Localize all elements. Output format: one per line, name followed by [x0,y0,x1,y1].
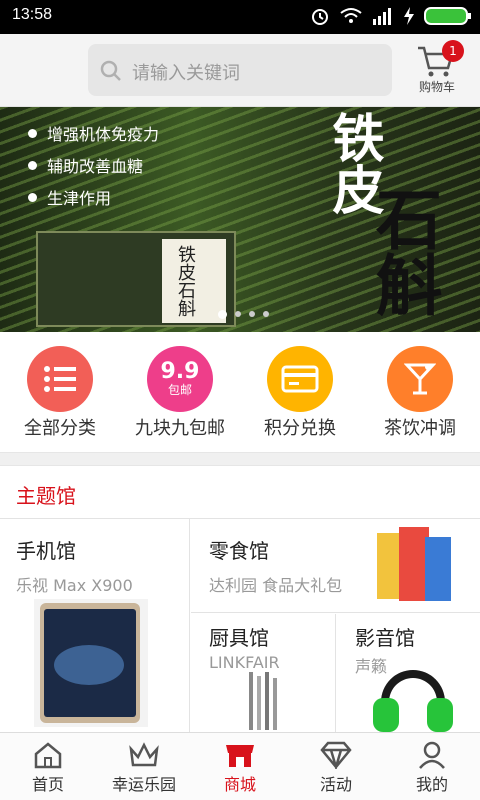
tile-subtitle: LINKFAIR [209,653,280,672]
cart-badge: 1 [442,40,464,62]
quick-entry-all-categories[interactable]: 全部分类 [0,332,120,452]
nav-lucky-park[interactable]: 幸运乐园 [96,733,192,800]
nav-label: 幸运乐园 [111,775,176,794]
status-bar: 13:58 [0,0,480,34]
tile-subtitle: 乐视 Max X900 [16,576,133,595]
crown-icon [129,742,159,767]
header-bar: 请输入关键词 1 购物车 [0,34,480,107]
person-icon [419,741,445,769]
tile-subtitle: 达利园 食品大礼包 [209,576,343,595]
tile-title: 影音馆 [355,626,415,650]
banner-title-2: 石斛 [365,185,443,317]
nine-nine-icon: 9.9 包邮 [147,346,213,412]
banner-dot[interactable] [235,311,241,317]
quick-entry-points-exchange[interactable]: 积分兑换 [240,332,360,452]
tile-title: 手机馆 [16,539,76,563]
quick-entry-label: 积分兑换 [264,418,336,439]
nav-mall[interactable]: 商城 [192,733,288,800]
banner-bullet: 辅助改善血糖 [28,153,159,177]
nav-label: 首页 [31,775,64,794]
nav-label: 我的 [415,775,448,794]
tile-title: 厨具馆 [209,626,269,650]
signal-icon [373,8,391,25]
tile-title: 零食馆 [209,539,269,563]
section-title: 主题馆 [16,484,76,508]
shop-icon [226,745,254,767]
headphone-product-image [373,670,453,732]
tile-snack[interactable]: 零食馆 达利园 食品大礼包 [191,519,480,613]
promo-banner[interactable]: 增强机体免疫力 辅助改善血糖 生津作用 铁皮石斛 铁皮 石斛 [0,107,480,332]
banner-dot[interactable] [249,311,255,317]
cocktail-icon [387,346,453,412]
search-icon [100,60,121,81]
quick-entry-nine-nine[interactable]: 9.9 包邮 九块九包邮 [120,332,240,452]
cart-label: 购物车 [418,80,455,94]
nav-label: 活动 [319,775,352,794]
list-icon [27,346,93,412]
nav-activities[interactable]: 活动 [288,733,384,800]
alarm-icon [312,9,328,25]
cart-button[interactable]: 1 购物车 [410,40,464,100]
wifi-icon [340,8,362,23]
nav-label: 商城 [223,775,256,794]
banner-bullet: 增强机体免疫力 [28,121,159,145]
diamond-icon [320,741,352,769]
status-icons [310,6,472,26]
section-divider [0,452,480,466]
banner-bullet: 生津作用 [28,185,159,209]
tile-phone[interactable]: 手机馆 乐视 Max X900 [0,519,190,732]
phone-product-image [34,599,148,727]
product-box-image: 铁皮石斛 [36,231,236,327]
banner-dot[interactable] [263,311,269,317]
banner-dot[interactable] [218,310,227,319]
quick-entry-label: 茶饮冲调 [384,418,456,439]
nav-home[interactable]: 首页 [0,733,96,800]
battery-icon [424,7,471,25]
product-box-text: 铁皮石斛 [175,245,196,317]
tile-audio[interactable]: 影音馆 声籁 [337,614,480,732]
status-time: 13:58 [12,6,53,23]
quick-entry-row: 全部分类 9.9 包邮 九块九包邮 积分兑换 茶饮冲调 [0,332,480,452]
search-input[interactable]: 请输入关键词 [88,44,392,96]
tile-kitchen[interactable]: 厨具馆 LINKFAIR [191,614,336,732]
search-placeholder: 请输入关键词 [132,63,240,84]
banner-pagination [218,310,269,319]
kitchen-product-image [241,672,287,732]
banner-bullets: 增强机体免疫力 辅助改善血糖 生津作用 [28,121,159,217]
home-icon [34,742,62,769]
quick-entry-tea-drinks[interactable]: 茶饮冲调 [360,332,480,452]
snack-product-image [377,527,453,605]
nav-mine[interactable]: 我的 [384,733,480,800]
bottom-navigation: 首页 幸运乐园 商城 活动 我的 [0,732,480,800]
charging-icon [404,7,414,25]
quick-entry-label: 全部分类 [24,418,96,439]
quick-entry-label: 九块九包邮 [135,418,225,439]
card-icon [267,346,333,412]
